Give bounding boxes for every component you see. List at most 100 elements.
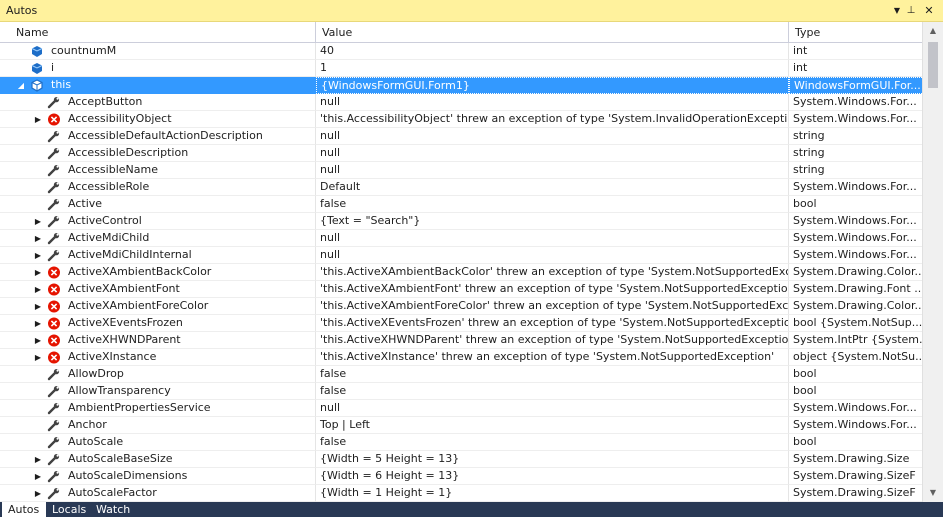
- tab-watch-1[interactable]: Watch 1: [90, 502, 146, 517]
- value-cell[interactable]: 1: [316, 60, 789, 77]
- name-cell[interactable]: ▶ ActiveXEventsFrozen: [0, 315, 316, 332]
- table-row[interactable]: AccessibleDefaultActionDescription null st…: [0, 128, 922, 145]
- window-position-dropdown-icon[interactable]: ▼: [890, 4, 904, 18]
- value-cell[interactable]: false: [316, 196, 789, 213]
- expand-arrow-icon[interactable]: ▶: [33, 468, 43, 484]
- table-row[interactable]: AccessibleName null string: [0, 162, 922, 179]
- table-row[interactable]: ▶ AutoScaleDimensions {Width = 6 Height = …: [0, 468, 922, 485]
- table-row[interactable]: ▶ ActiveXAmbientFont 'this.ActiveXAmbientF…: [0, 281, 922, 298]
- value-cell[interactable]: Top | Left: [316, 417, 789, 434]
- name-cell[interactable]: ▶ AutoScaleDimensions: [0, 468, 316, 485]
- value-cell[interactable]: null: [316, 128, 789, 145]
- expand-arrow-icon[interactable]: ▶: [33, 451, 43, 467]
- expand-arrow-icon[interactable]: ▶: [33, 264, 43, 280]
- value-cell[interactable]: 'this.ActiveXAmbientBackColor' threw an …: [316, 264, 789, 281]
- table-row[interactable]: ◢ this {WindowsFormGUI.Form1} WindowsFormGU…: [0, 77, 922, 94]
- value-cell[interactable]: 'this.AccessibilityObject' threw an exce…: [316, 111, 789, 128]
- name-cell[interactable]: ▶ AutoScaleFactor: [0, 485, 316, 502]
- value-cell[interactable]: null: [316, 145, 789, 162]
- name-cell[interactable]: ▶ ActiveXAmbientFont: [0, 281, 316, 298]
- name-cell[interactable]: AutoScale: [0, 434, 316, 451]
- name-cell[interactable]: ▶ ActiveXAmbientBackColor: [0, 264, 316, 281]
- table-row[interactable]: Anchor Top | Left System.Windows.For...: [0, 417, 922, 434]
- scrollbar-thumb[interactable]: [928, 42, 938, 88]
- table-row[interactable]: ▶ ActiveMdiChild null System.Windows.For...: [0, 230, 922, 247]
- name-cell[interactable]: AccessibleDefaultActionDescription: [0, 128, 316, 145]
- column-header-value[interactable]: Value: [316, 22, 789, 43]
- name-cell[interactable]: ▶ AutoScaleBaseSize: [0, 451, 316, 468]
- value-cell[interactable]: null: [316, 230, 789, 247]
- value-cell[interactable]: false: [316, 366, 789, 383]
- value-cell[interactable]: {WindowsFormGUI.Form1}: [316, 77, 789, 94]
- value-cell[interactable]: 'this.ActiveXInstance' threw an exceptio…: [316, 349, 789, 366]
- expand-arrow-icon[interactable]: ▶: [33, 332, 43, 348]
- table-row[interactable]: i 1 int: [0, 60, 922, 77]
- table-row[interactable]: ▶ ActiveXAmbientForeColor 'this.ActiveXAmb…: [0, 298, 922, 315]
- name-cell[interactable]: ◢ this: [0, 77, 316, 94]
- value-cell[interactable]: 40: [316, 43, 789, 60]
- expand-arrow-icon[interactable]: ▶: [33, 281, 43, 297]
- table-row[interactable]: AccessibleRole Default System.Windows.For.…: [0, 179, 922, 196]
- table-row[interactable]: AllowDrop false bool: [0, 366, 922, 383]
- expand-arrow-icon[interactable]: ▶: [33, 349, 43, 365]
- value-cell[interactable]: {Width = 6 Height = 13}: [316, 468, 789, 485]
- expanded-arrow-icon[interactable]: ◢: [16, 77, 26, 93]
- name-cell[interactable]: ▶ ActiveXHWNDParent: [0, 332, 316, 349]
- name-cell[interactable]: ▶ ActiveMdiChild: [0, 230, 316, 247]
- table-row[interactable]: ▶ AccessibilityObject 'this.AccessibilityO…: [0, 111, 922, 128]
- table-row[interactable]: ▶ AutoScaleBaseSize {Width = 5 Height = 13…: [0, 451, 922, 468]
- name-cell[interactable]: i: [0, 60, 316, 77]
- name-cell[interactable]: AllowTransparency: [0, 383, 316, 400]
- close-icon[interactable]: ✕: [922, 4, 936, 18]
- value-cell[interactable]: false: [316, 434, 789, 451]
- name-cell[interactable]: ▶ ActiveXInstance: [0, 349, 316, 366]
- name-cell[interactable]: AcceptButton: [0, 94, 316, 111]
- column-header-type[interactable]: Type: [789, 22, 922, 43]
- value-cell[interactable]: {Text = "Search"}: [316, 213, 789, 230]
- scroll-down-arrow-icon[interactable]: ▼: [923, 484, 943, 502]
- value-cell[interactable]: 'this.ActiveXAmbientForeColor' threw an …: [316, 298, 789, 315]
- expand-arrow-icon[interactable]: ▶: [33, 315, 43, 331]
- name-cell[interactable]: Active: [0, 196, 316, 213]
- value-cell[interactable]: 'this.ActiveXHWNDParent' threw an except…: [316, 332, 789, 349]
- scroll-up-arrow-icon[interactable]: ▲: [923, 22, 943, 40]
- name-cell[interactable]: AmbientPropertiesService: [0, 400, 316, 417]
- value-cell[interactable]: null: [316, 162, 789, 179]
- table-row[interactable]: Active false bool: [0, 196, 922, 213]
- table-row[interactable]: ▶ ActiveXEventsFrozen 'this.ActiveXEventsF…: [0, 315, 922, 332]
- name-cell[interactable]: ▶ ActiveControl: [0, 213, 316, 230]
- name-cell[interactable]: ▶ ActiveXAmbientForeColor: [0, 298, 316, 315]
- name-cell[interactable]: AccessibleDescription: [0, 145, 316, 162]
- expand-arrow-icon[interactable]: ▶: [33, 213, 43, 229]
- table-row[interactable]: AccessibleDescription null string: [0, 145, 922, 162]
- table-row[interactable]: AllowTransparency false bool: [0, 383, 922, 400]
- expand-arrow-icon[interactable]: ▶: [33, 247, 43, 263]
- vertical-scrollbar[interactable]: ▲ ▼: [922, 22, 943, 502]
- table-row[interactable]: ▶ AutoScaleFactor {Width = 1 Height = 1} Sy…: [0, 485, 922, 502]
- table-row[interactable]: ▶ ActiveMdiChildInternal null System.Window…: [0, 247, 922, 264]
- table-row[interactable]: ▶ ActiveXHWNDParent 'this.ActiveXHWNDParen…: [0, 332, 922, 349]
- expand-arrow-icon[interactable]: ▶: [33, 298, 43, 314]
- expand-arrow-icon[interactable]: ▶: [33, 230, 43, 246]
- name-cell[interactable]: AccessibleRole: [0, 179, 316, 196]
- auto-hide-pin-icon[interactable]: ⊥: [904, 4, 918, 18]
- name-cell[interactable]: ▶ ActiveMdiChildInternal: [0, 247, 316, 264]
- name-cell[interactable]: Anchor: [0, 417, 316, 434]
- tab-locals[interactable]: Locals: [46, 502, 90, 517]
- tab-autos[interactable]: Autos: [2, 502, 46, 517]
- value-cell[interactable]: null: [316, 400, 789, 417]
- name-cell[interactable]: AllowDrop: [0, 366, 316, 383]
- value-cell[interactable]: false: [316, 383, 789, 400]
- expand-arrow-icon[interactable]: ▶: [33, 485, 43, 501]
- table-row[interactable]: AmbientPropertiesService null System.Windo…: [0, 400, 922, 417]
- table-row[interactable]: ▶ ActiveXAmbientBackColor 'this.ActiveXAmb…: [0, 264, 922, 281]
- table-row[interactable]: ▶ ActiveXInstance 'this.ActiveXInstance' t…: [0, 349, 922, 366]
- table-row[interactable]: countnumM 40 int: [0, 43, 922, 60]
- value-cell[interactable]: null: [316, 247, 789, 264]
- value-cell[interactable]: {Width = 5 Height = 13}: [316, 451, 789, 468]
- name-cell[interactable]: ▶ AccessibilityObject: [0, 111, 316, 128]
- name-cell[interactable]: countnumM: [0, 43, 316, 60]
- expand-arrow-icon[interactable]: ▶: [33, 111, 43, 127]
- table-row[interactable]: AutoScale false bool: [0, 434, 922, 451]
- value-cell[interactable]: 'this.ActiveXAmbientFont' threw an excep…: [316, 281, 789, 298]
